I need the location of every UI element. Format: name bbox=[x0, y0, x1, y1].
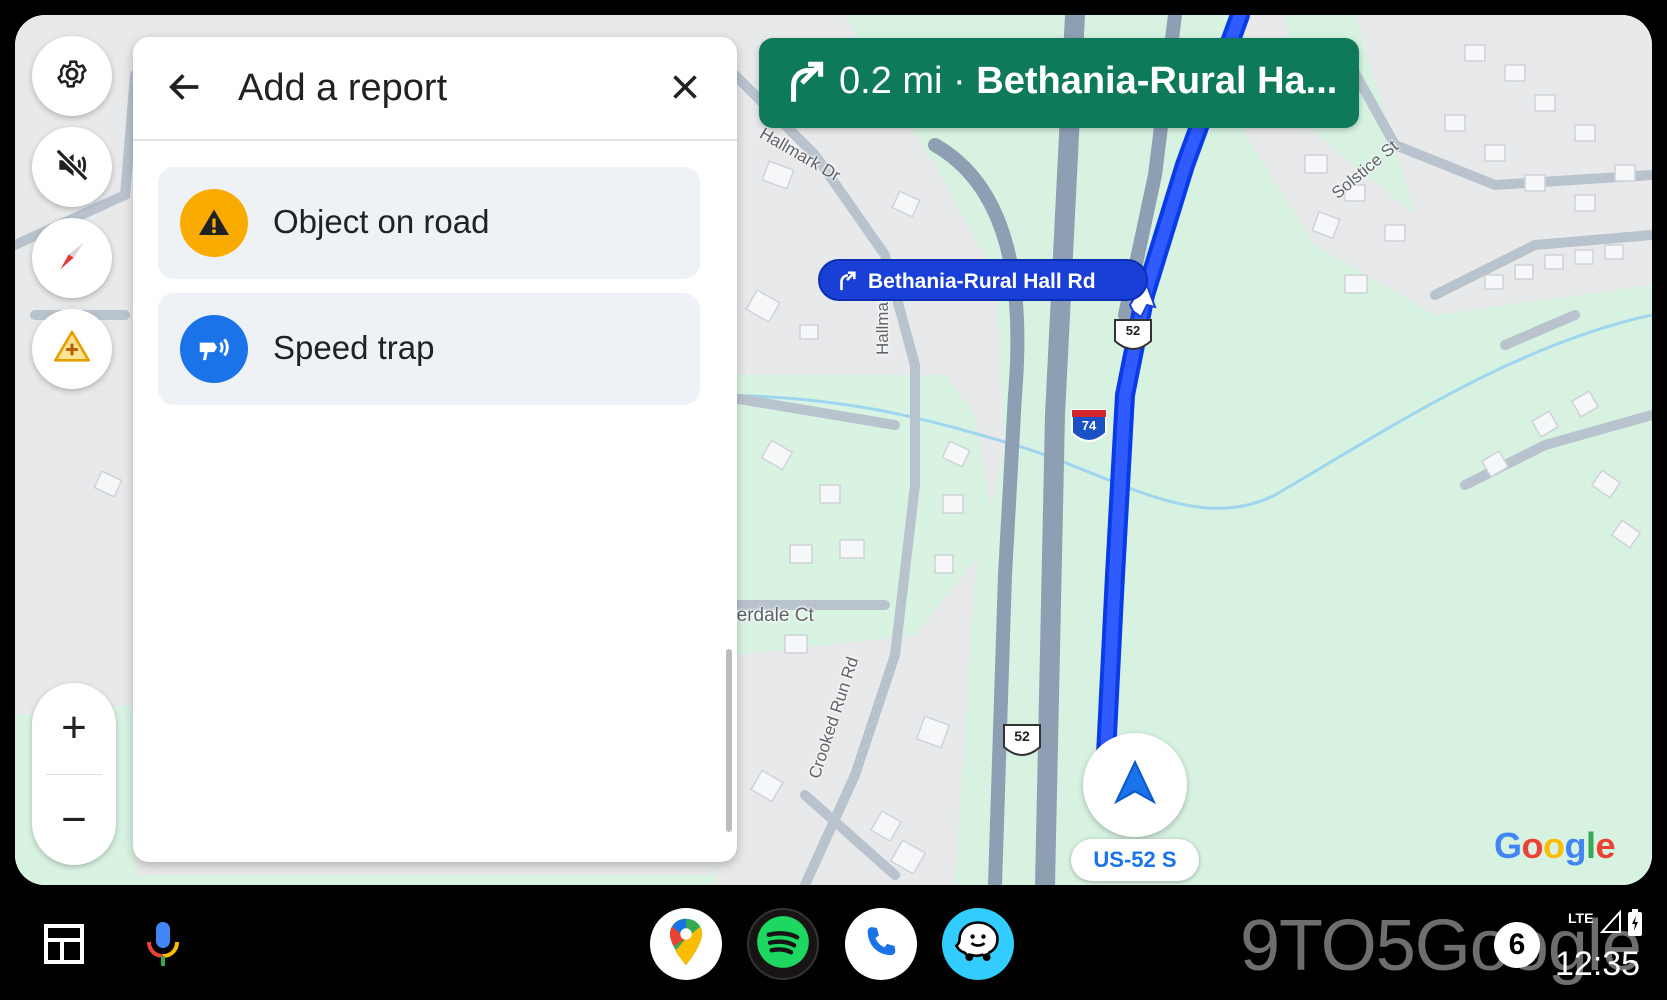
spotify-icon bbox=[752, 911, 814, 978]
back-button[interactable] bbox=[155, 59, 215, 119]
nav-distance: 0.2 mi bbox=[839, 60, 943, 102]
warning-icon bbox=[180, 189, 248, 257]
current-road-label: US-52 S bbox=[1071, 839, 1199, 881]
minus-icon: − bbox=[61, 795, 87, 844]
google-maps-app[interactable] bbox=[650, 908, 722, 980]
network-status: LTE bbox=[1568, 910, 1594, 926]
dashboard-icon bbox=[40, 920, 88, 973]
close-icon bbox=[667, 69, 703, 110]
i74-shield-label: 74 bbox=[1081, 418, 1097, 433]
clock: 12:35 bbox=[1555, 945, 1641, 983]
waze-app[interactable] bbox=[942, 908, 1014, 980]
navigation-banner[interactable]: 0.2 mi · Bethania-Rural Ha... bbox=[759, 38, 1359, 128]
turn-callout-label: Bethania-Rural Hall Rd bbox=[868, 270, 1096, 293]
google-logo: Google bbox=[1494, 825, 1616, 866]
add-report-panel: Add a report Object on road Speed trap bbox=[133, 37, 737, 862]
turn-right-slight-icon bbox=[779, 58, 829, 108]
zoom-in-button[interactable]: + bbox=[32, 683, 116, 773]
spotify-app[interactable] bbox=[747, 908, 819, 980]
waze-icon bbox=[952, 916, 1004, 973]
compass-icon bbox=[52, 236, 92, 281]
close-button[interactable] bbox=[655, 59, 715, 119]
nav-street: Bethania-Rural Ha... bbox=[976, 60, 1338, 102]
assistant-mic-button[interactable] bbox=[135, 918, 191, 974]
arrow-back-icon bbox=[165, 67, 205, 112]
panel-header: Add a report bbox=[133, 37, 737, 141]
add-report-icon bbox=[52, 327, 92, 372]
settings-button[interactable] bbox=[32, 36, 112, 116]
report-item-label: Object on road bbox=[273, 203, 490, 240]
gear-icon bbox=[55, 57, 89, 96]
zoom-out-button[interactable]: − bbox=[32, 775, 116, 865]
nav-separator: · bbox=[953, 60, 966, 102]
turn-callout: Bethania-Rural Hall Rd bbox=[818, 259, 1148, 301]
us52-shield-label-top: 52 bbox=[1125, 323, 1141, 338]
compass-button[interactable] bbox=[32, 218, 112, 298]
notification-badge[interactable]: 6 bbox=[1494, 922, 1540, 968]
speed-camera-icon bbox=[180, 315, 248, 383]
plus-icon: + bbox=[61, 703, 87, 752]
navigation-arrow-icon bbox=[1110, 758, 1160, 813]
turn-right-slight-icon bbox=[836, 270, 858, 292]
battery-icon bbox=[1626, 908, 1644, 943]
us52-shield-label-bottom: 52 bbox=[1014, 728, 1030, 744]
volume-off-icon bbox=[53, 146, 91, 189]
nav-instruction: 0.2 mi · Bethania-Rural Ha... bbox=[839, 60, 1337, 103]
report-item-speed-trap[interactable]: Speed trap bbox=[158, 293, 700, 405]
phone-app[interactable] bbox=[845, 908, 917, 980]
report-item-object-on-road[interactable]: Object on road bbox=[158, 167, 700, 279]
panel-scrollbar[interactable] bbox=[726, 649, 732, 832]
microphone-icon bbox=[139, 918, 187, 975]
google-maps-icon bbox=[664, 917, 708, 972]
mute-button[interactable] bbox=[32, 127, 112, 207]
current-location-marker bbox=[1083, 733, 1187, 837]
panel-title: Add a report bbox=[238, 67, 448, 109]
zoom-controls: + − bbox=[32, 683, 116, 865]
add-report-button[interactable] bbox=[32, 309, 112, 389]
signal-icon bbox=[1599, 909, 1622, 939]
dashboard-button[interactable] bbox=[36, 918, 92, 974]
report-item-label: Speed trap bbox=[273, 329, 435, 366]
phone-icon bbox=[860, 921, 902, 968]
map-view[interactable]: Hallmark Dr Hallmark Dr Solstice St mmer… bbox=[15, 15, 1652, 885]
